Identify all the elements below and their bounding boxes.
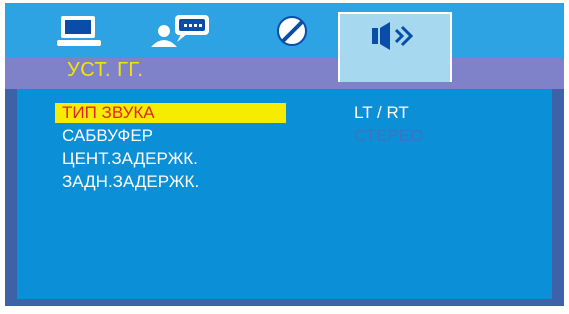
disc-icon <box>275 14 309 48</box>
active-tab-extension <box>338 58 452 82</box>
tab-disc[interactable] <box>267 3 317 58</box>
menu-item-rear-delay[interactable]: ЗАДН.ЗАДЕРЖК. <box>55 172 286 192</box>
value-current[interactable]: LT / RT <box>354 103 423 123</box>
title-strip <box>5 82 564 89</box>
settings-panel: ТИП ЗВУКА САБВУФЕР ЦЕНТ.ЗАДЕРЖК. ЗАДН.ЗА… <box>5 89 564 306</box>
osd-setup-screen: УСТ. ГГ. ТИП ЗВУКА САБВУФЕР ЦЕНТ.ЗАДЕРЖК… <box>0 0 569 314</box>
page-title: УСТ. ГГ. <box>67 59 144 81</box>
settings-menu: ТИП ЗВУКА САБВУФЕР ЦЕНТ.ЗАДЕРЖК. ЗАДН.ЗА… <box>55 103 286 195</box>
title-bar: УСТ. ГГ. <box>5 58 564 82</box>
monitor-icon <box>55 14 103 48</box>
speaker-icon <box>370 21 420 51</box>
user-speech-icon <box>147 11 213 51</box>
tab-user[interactable] <box>140 3 220 58</box>
tab-bar <box>5 3 564 58</box>
menu-item-center-delay[interactable]: ЦЕНТ.ЗАДЕРЖК. <box>55 149 286 169</box>
settings-values: LT / RT СТЕРЕО <box>354 103 423 149</box>
tab-audio[interactable] <box>338 12 452 58</box>
menu-item-sound-type[interactable]: ТИП ЗВУКА <box>55 103 286 123</box>
value-option[interactable]: СТЕРЕО <box>354 126 423 146</box>
tab-general[interactable] <box>49 3 109 58</box>
menu-item-subwoofer[interactable]: САБВУФЕР <box>55 126 286 146</box>
